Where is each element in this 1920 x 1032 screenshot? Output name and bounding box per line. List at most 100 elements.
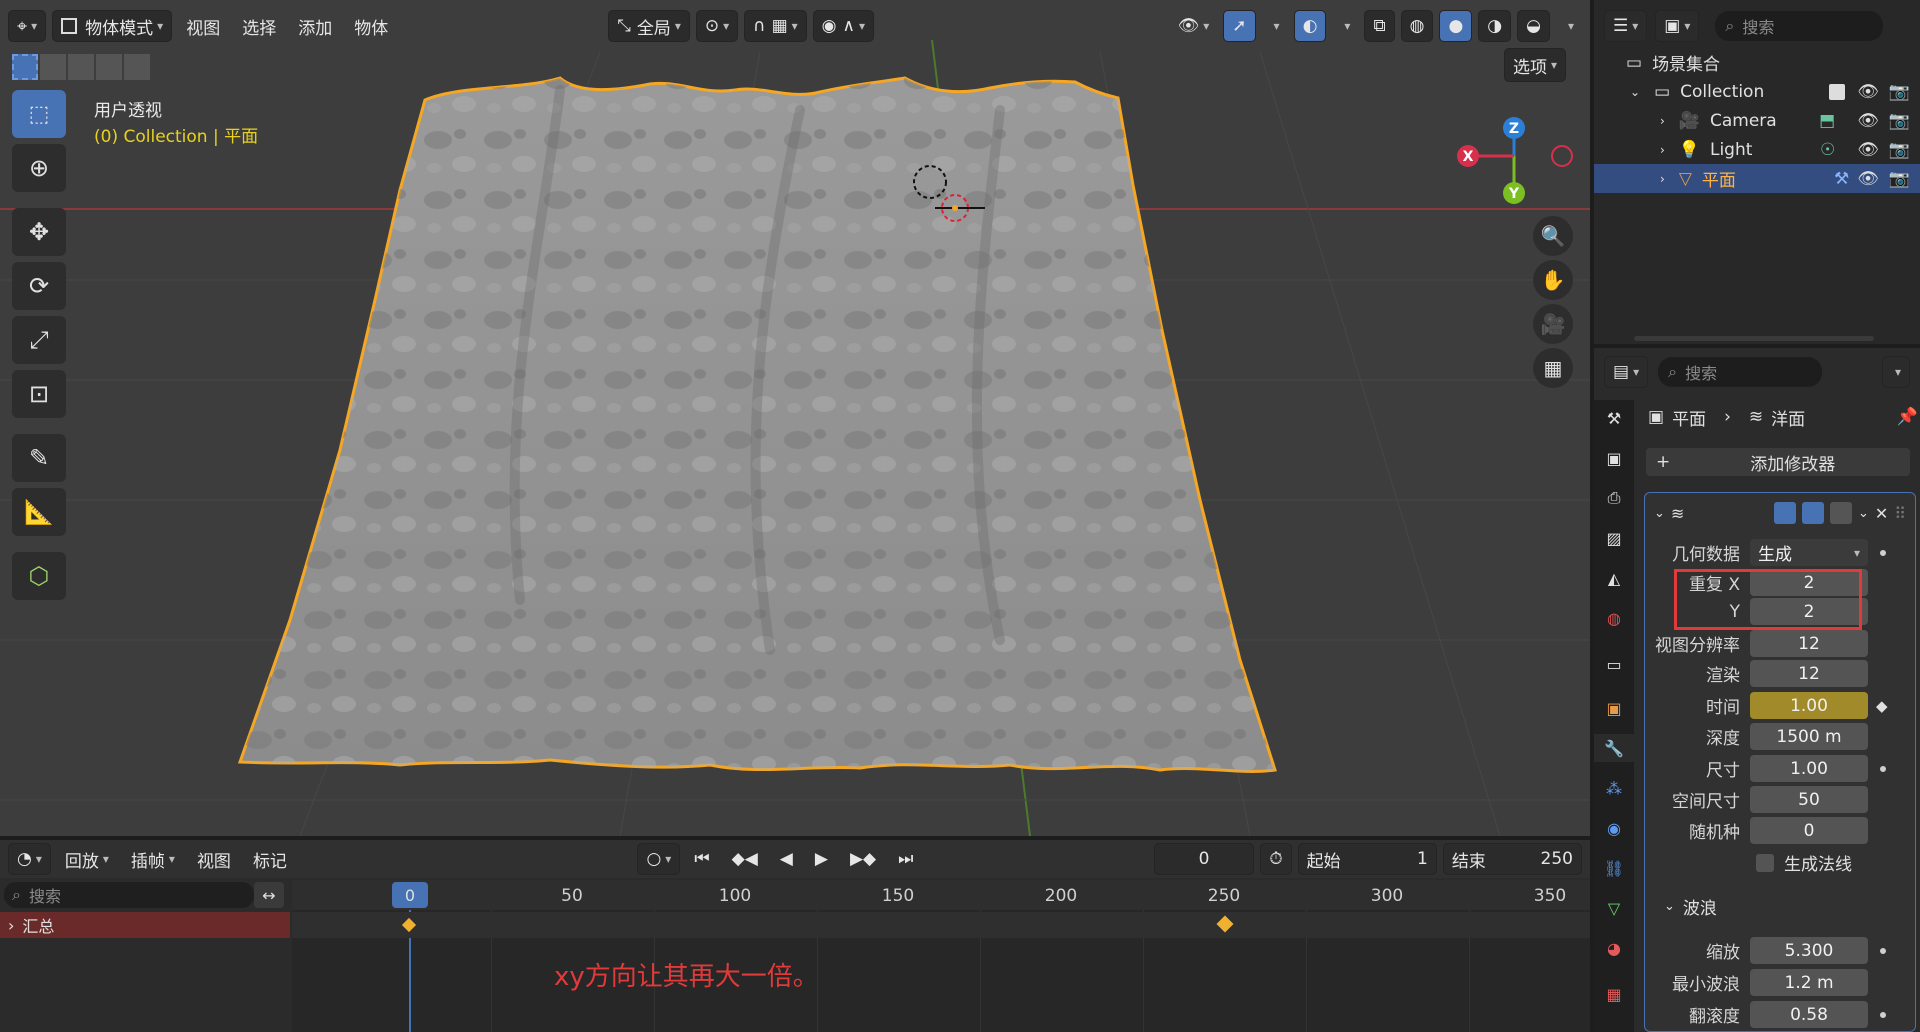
eye-icon[interactable]: 👁	[1857, 82, 1879, 102]
eye-icon[interactable]: 👁	[1857, 169, 1879, 189]
navigation-gizmo[interactable]: Z Y X	[1450, 100, 1580, 220]
play-button[interactable]: ▶	[807, 843, 836, 875]
jump-start-button[interactable]: ⏮	[686, 843, 717, 875]
tick-label: 200	[1044, 886, 1078, 906]
properties-options-dropdown[interactable]: ▾	[1881, 356, 1910, 388]
depth-field[interactable]: 1500 m	[1750, 723, 1868, 750]
ortho-toggle-button[interactable]: ▦	[1533, 348, 1573, 388]
tab-constraints[interactable]: ⛓	[1600, 854, 1628, 882]
menu-timeline-view[interactable]: 视图	[189, 843, 239, 875]
tab-data[interactable]: ▽	[1600, 894, 1628, 922]
keyframe-diamond-icon[interactable]: ◆	[1876, 697, 1888, 715]
generate-normals-checkbox[interactable]	[1756, 853, 1774, 872]
keyframe-dot-icon[interactable]	[1880, 765, 1886, 772]
render-resolution-field[interactable]: 12	[1750, 660, 1868, 687]
add-modifier-button[interactable]: + 添加修改器	[1646, 448, 1910, 476]
outliner-item-plane[interactable]: › ▽ 平面 ⚒ 👁 📷	[1594, 164, 1920, 193]
end-frame-field[interactable]: 结束 250	[1442, 843, 1582, 875]
outliner-item-camera[interactable]: › 🎥 Camera ⬒ 👁 📷	[1594, 106, 1920, 135]
size-field[interactable]: 1.00	[1750, 755, 1868, 782]
eye-icon[interactable]: 👁	[1857, 140, 1879, 160]
timeline-editor-type[interactable]: ◔ ▾	[8, 843, 51, 875]
playhead-indicator[interactable]: 0	[392, 882, 428, 908]
preview-range-button[interactable]: ⏱	[1260, 843, 1292, 875]
keyframe-dot-icon[interactable]	[1880, 1011, 1886, 1018]
drag-handle-icon[interactable]: ⠿	[1894, 504, 1906, 523]
timeline-search[interactable]: ⌕ 搜索	[4, 882, 254, 908]
tab-modifiers[interactable]: 🔧	[1594, 734, 1634, 762]
summary-label: 汇总	[22, 917, 55, 936]
tab-tool[interactable]: ⚒	[1600, 404, 1628, 432]
constraints-icon: ⛓	[1603, 858, 1625, 878]
time-field[interactable]: 1.00	[1750, 692, 1868, 719]
collapse-chevron-icon[interactable]: ⌄	[1654, 506, 1665, 521]
depth-label: 深度	[1706, 729, 1740, 749]
geometry-select[interactable]: 生成 ▾	[1750, 539, 1868, 566]
choppiness-field[interactable]: 0.58	[1750, 1001, 1868, 1028]
checkbox-icon[interactable]	[1829, 83, 1846, 100]
tab-render[interactable]: ▣	[1600, 444, 1628, 472]
prev-keyframe-button[interactable]: ◆◀	[724, 843, 766, 875]
play-reverse-button[interactable]: ◀	[772, 843, 801, 875]
outliner-editor-type[interactable]: ☰ ▾	[1604, 10, 1648, 42]
outliner-search[interactable]: ⌕ 搜索	[1715, 11, 1884, 41]
plane-label: 平面	[1701, 171, 1736, 191]
render-toggle-icon[interactable]	[1829, 502, 1852, 524]
tab-particles[interactable]: ⁂	[1600, 774, 1628, 802]
tab-output[interactable]: ⎙	[1600, 484, 1628, 512]
render-camera-icon[interactable]: 📷	[1889, 111, 1910, 131]
close-icon[interactable]: ✕	[1875, 504, 1888, 523]
pan-button[interactable]: ✋	[1533, 260, 1573, 300]
display-mode-button[interactable]: ▣ ▾	[1655, 10, 1700, 42]
start-frame-field[interactable]: 起始 1	[1297, 843, 1437, 875]
smallest-wave-field[interactable]: 1.2 m	[1750, 969, 1868, 996]
properties-search[interactable]: ⌕ 搜索	[1658, 357, 1823, 387]
render-camera-icon[interactable]: 📷	[1889, 140, 1910, 160]
tab-texture[interactable]: ▦	[1600, 980, 1628, 1008]
tab-object[interactable]: ▣	[1600, 694, 1628, 722]
outliner-item-collection[interactable]: ⌄ ▭ Collection 👁 📷	[1594, 77, 1920, 106]
menu-playback[interactable]: 回放 ▾	[57, 843, 117, 875]
keyframe-dot-icon[interactable]	[1880, 947, 1886, 954]
outliner-scrollbar[interactable]	[1634, 336, 1874, 341]
camera-view-button[interactable]: 🎥	[1533, 304, 1573, 344]
spatial-size-field[interactable]: 50	[1750, 786, 1868, 813]
tab-physics[interactable]: ◉	[1600, 814, 1628, 842]
next-keyframe-button[interactable]: ▶◆	[842, 843, 884, 875]
svg-text:Y: Y	[1508, 186, 1520, 202]
summary-channel[interactable]: › 汇总	[0, 912, 290, 938]
render-camera-icon[interactable]: 📷	[1889, 169, 1910, 189]
tab-material[interactable]: ◕	[1600, 934, 1628, 962]
ocean-plane-mesh[interactable]	[0, 0, 1590, 836]
keyframe-dot-icon[interactable]	[1880, 549, 1886, 556]
tab-collection[interactable]: ▭	[1600, 650, 1628, 678]
3d-viewport[interactable]: ⌖ ▾ 物体模式 ▾ 视图 选择 添加 物体 ⤡ 全局 ▾ ⊙ ▾ ∩ ▦ ▾ ◉ ∧ ▾ 👁 ▾…	[0, 0, 1590, 836]
jump-end-button[interactable]: ⏭	[890, 843, 921, 875]
arrows-horizontal-icon: ↔	[262, 885, 276, 905]
auto-keying-button[interactable]: ○ ▾	[637, 843, 681, 875]
tab-scene[interactable]: ◭	[1600, 564, 1628, 592]
tab-view-layer[interactable]: ▨	[1600, 524, 1628, 552]
scale-field[interactable]: 5.300	[1750, 937, 1868, 964]
outliner-scene-collection[interactable]: ▭ 场景集合	[1594, 48, 1920, 77]
viewport-resolution-field[interactable]: 12	[1750, 630, 1868, 657]
waves-section-header[interactable]: ⌄ 波浪	[1664, 894, 1717, 919]
render-camera-icon[interactable]: 📷	[1889, 82, 1910, 102]
timeline-ruler[interactable]: 0 50 100 150 200 250 300 350 0	[292, 880, 1590, 910]
eye-icon[interactable]: 👁	[1857, 111, 1879, 131]
size-row: 尺寸 1.00	[1648, 754, 1898, 783]
menu-keying[interactable]: 插帧 ▾	[123, 843, 183, 875]
menu-marker[interactable]: 标记	[245, 843, 295, 875]
outliner-item-light[interactable]: › 💡 Light ☉ 👁 📷	[1594, 135, 1920, 164]
tab-world[interactable]: ◍	[1600, 604, 1628, 632]
random-seed-field[interactable]: 0	[1750, 817, 1868, 844]
zoom-button[interactable]: 🔍	[1533, 216, 1573, 256]
editmode-toggle-icon[interactable]	[1773, 502, 1796, 524]
properties-editor-type[interactable]: ▤ ▾	[1604, 356, 1649, 388]
pin-icon[interactable]: 📌	[1897, 407, 1918, 427]
viewport-toggle-icon[interactable]	[1801, 502, 1824, 524]
timeline-body[interactable]: xy方向让其再大一倍。	[292, 910, 1590, 1032]
modifier-menu-chevron-icon[interactable]: ⌄	[1858, 506, 1869, 521]
swap-channels-button[interactable]: ↔	[254, 882, 284, 908]
current-frame-field[interactable]: 0	[1153, 843, 1255, 875]
